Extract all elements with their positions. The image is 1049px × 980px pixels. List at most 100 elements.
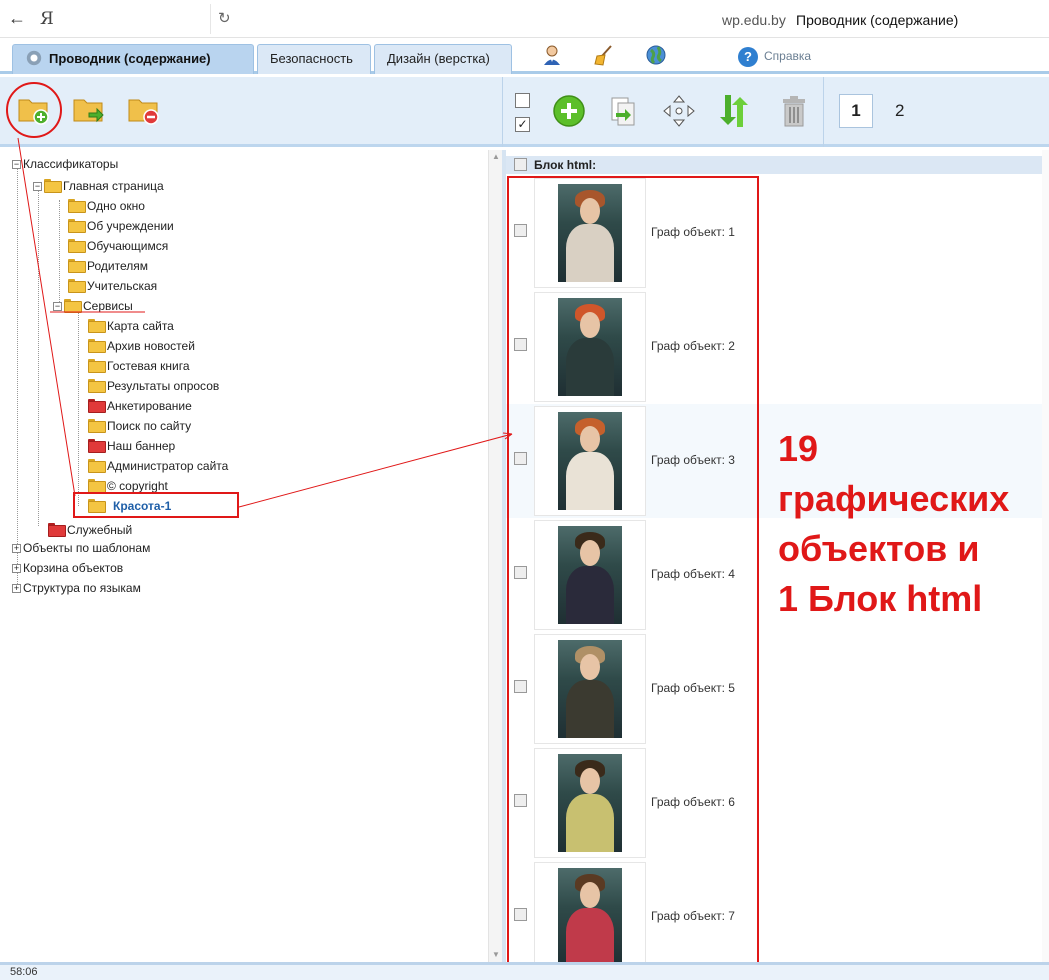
tab-label: Дизайн (верстка) [387,51,490,66]
folder-icon [44,179,62,193]
add-icon[interactable] [551,93,587,129]
folder-icon [88,459,106,473]
tree-node-label: Сервисы [83,299,133,313]
classifier-tree: − Классификаторы − Главная страница Одно о… [0,150,488,962]
tree-node-services[interactable]: − Сервисы [53,296,133,316]
tree-node[interactable]: Учительская [68,276,157,296]
tree-node-label: Служебный [67,523,133,537]
user-icon[interactable] [541,44,563,66]
toolbar: ✓ 1 2 [0,77,1049,147]
divider [823,77,824,147]
folder-icon [68,239,86,253]
folder-icon [64,299,82,313]
folder-icon [88,379,106,393]
annotation-line: объектов и [778,528,980,569]
content-scrollbar[interactable] [1042,150,1049,962]
tree-node[interactable]: Результаты опросов [88,376,219,396]
tree-node-templates[interactable]: + Объекты по шаблонам [12,538,150,558]
help-icon: ? [738,46,758,67]
yandex-logo[interactable]: Я [40,9,54,29]
page-2-button[interactable]: 2 [895,101,904,121]
collapse-icon[interactable]: − [12,160,21,169]
folder-icon [88,399,106,413]
scroll-down-icon[interactable]: ▼ [492,950,500,959]
page-1-button[interactable]: 1 [839,94,873,128]
browser-bar: ← Я ↻ wp.edu.by Проводник (содержание) [0,0,1049,38]
expand-icon[interactable]: + [12,564,21,573]
folder-icon [88,339,106,353]
annotation-line: графических [778,478,1010,519]
expand-icon[interactable]: + [12,544,21,553]
annotation-line: 1 Блок html [778,578,983,619]
select-none-checkbox[interactable] [515,93,530,108]
globe-icon[interactable] [645,44,667,66]
gear-icon [25,49,43,67]
tree-node-label: Гостевая книга [107,359,190,373]
delete-folder-icon[interactable] [126,92,162,128]
tree-node[interactable]: Анкетирование [88,396,192,416]
tree-node-classifiers[interactable]: − Классификаторы [12,154,118,174]
address-domain[interactable]: wp.edu.by [722,12,786,28]
folder-icon [88,439,106,453]
tree-scrollbar[interactable]: ▲ ▼ [488,150,502,962]
tree-node-label: Классификаторы [23,157,119,171]
tree-node[interactable]: Обучающимся [68,236,168,256]
annotation-box-objects [507,176,759,970]
tree-node[interactable]: Гостевая книга [88,356,190,376]
tree-node-label: Анкетирование [107,399,192,413]
tree-node-main-page[interactable]: − Главная страница [33,176,164,196]
tree-node[interactable]: Карта сайта [88,316,174,336]
tree-line [17,168,18,588]
expand-icon[interactable]: + [12,584,21,593]
annotation-circle [6,82,62,138]
copy-icon[interactable] [606,93,642,129]
trash-icon[interactable] [776,93,812,129]
move-icon[interactable] [661,93,697,129]
tree-node[interactable]: Архив новостей [88,336,195,356]
address-page-title[interactable]: Проводник (содержание) [796,12,958,28]
sort-icon[interactable] [716,93,752,129]
tree-node-trash[interactable]: + Корзина объектов [12,558,123,578]
annotation-box-selected-node [73,492,239,518]
select-all-checkbox[interactable]: ✓ [515,117,530,132]
html-block-header[interactable]: Блок html: [506,156,1049,174]
tree-node-languages[interactable]: + Структура по языкам [12,578,141,598]
tab-security[interactable]: Безопасность [257,44,371,74]
tree-node-label: © copyright [107,479,168,493]
tree-line [59,200,60,310]
annotation-line: 19 [778,428,819,469]
tree-node-label: Обучающимся [87,239,169,253]
tree-node[interactable]: Родителям [68,256,148,276]
block-checkbox[interactable] [514,158,527,171]
annotation-text: 19 графических объектов и 1 Блок html [778,424,1038,624]
tab-label: Безопасность [270,51,353,66]
folder-icon [88,359,106,373]
back-arrow-icon[interactable]: ← [8,8,26,29]
tree-node-label: Родителям [87,259,148,273]
reload-icon[interactable]: ↻ [218,9,231,27]
tree-line [38,190,39,526]
scroll-up-icon[interactable]: ▲ [492,152,500,161]
help-link[interactable]: ? Справка [738,45,811,67]
tree-node[interactable]: Наш баннер [88,436,175,456]
tree-node-label: Карта сайта [107,319,174,333]
folder-icon [48,523,66,537]
tree-node[interactable]: Об учреждении [68,216,174,236]
tree-node[interactable]: Одно окно [68,196,145,216]
folder-icon [68,199,86,213]
folder-icon [68,219,86,233]
tab-design[interactable]: Дизайн (верстка) [374,44,512,74]
tree-node[interactable]: Администратор сайта [88,456,228,476]
tree-node-service[interactable]: Служебный [48,520,132,540]
status-bar: 58:06 [0,962,1049,980]
move-folder-icon[interactable] [71,92,107,128]
collapse-icon[interactable]: − [53,302,62,311]
tree-node-label: Администратор сайта [107,459,229,473]
divider [210,4,211,34]
divider [502,77,503,147]
tree-node-label: Архив новостей [107,339,195,353]
broom-icon[interactable] [593,44,615,66]
tree-node[interactable]: Поиск по сайту [88,416,191,436]
collapse-icon[interactable]: − [33,182,42,191]
tab-explorer[interactable]: Проводник (содержание) [12,44,254,74]
